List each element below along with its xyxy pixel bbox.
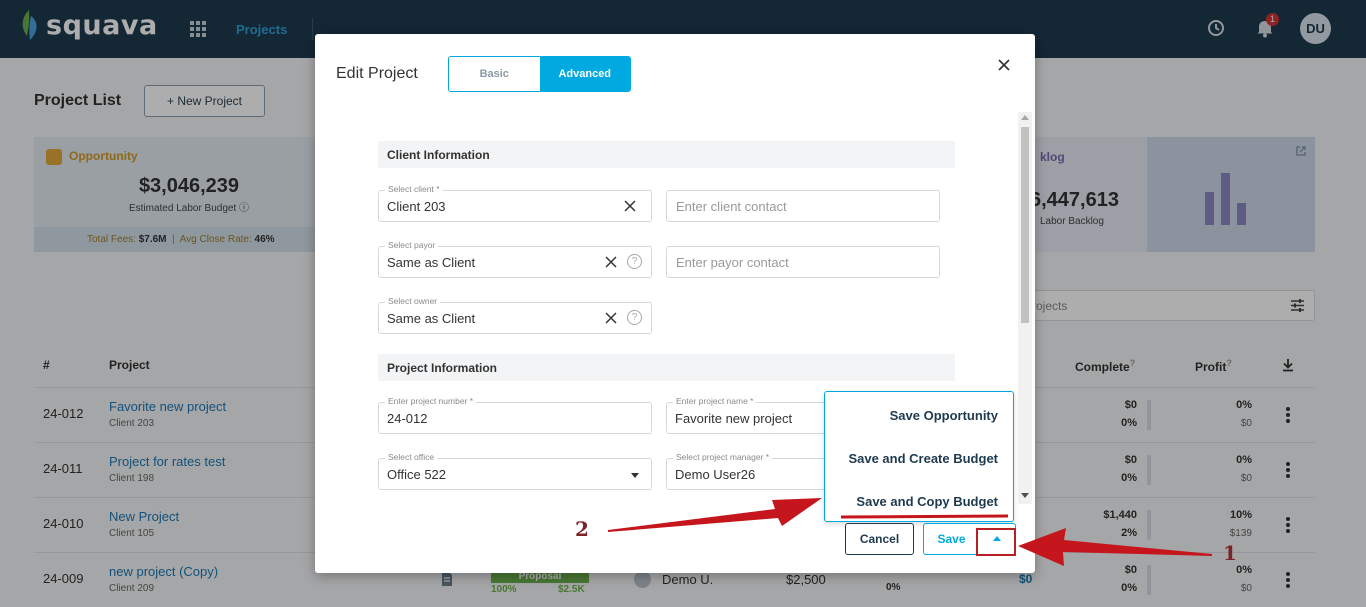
annotation-highlight-box	[976, 528, 1016, 556]
menu-item-save-create-budget[interactable]: Save and Create Budget	[848, 451, 998, 466]
client-contact-input[interactable]: Enter client contact	[666, 190, 940, 222]
clear-icon[interactable]	[624, 200, 636, 212]
field-label: Enter project number *	[385, 396, 477, 406]
help-icon[interactable]: ?	[627, 310, 642, 325]
help-icon[interactable]: ?	[627, 254, 642, 269]
scrollbar-thumb[interactable]	[1021, 127, 1029, 323]
field-value: Demo User26	[675, 467, 756, 482]
field-placeholder: Enter payor contact	[676, 255, 789, 270]
clear-icon[interactable]	[605, 312, 617, 324]
save-options-menu: Save Opportunity Save and Create Budget …	[824, 391, 1014, 522]
field-value: 24-012	[387, 411, 428, 426]
field-value: Favorite new project	[675, 411, 793, 426]
office-select[interactable]: Select office Office 522	[378, 452, 652, 490]
tab-basic[interactable]: Basic	[449, 57, 540, 91]
field-value: Same as Client	[387, 311, 476, 326]
annotation-step-1: 1	[1223, 541, 1237, 565]
save-button[interactable]: Save	[924, 524, 979, 554]
field-label: Select client *	[385, 184, 443, 194]
field-value: Office 522	[387, 467, 447, 482]
payor-contact-input[interactable]: Enter payor contact	[666, 246, 940, 278]
scrollbar[interactable]	[1018, 112, 1032, 504]
scroll-up-arrow-icon[interactable]	[1021, 115, 1029, 120]
payor-select[interactable]: Select payor Same as Client ?	[378, 240, 652, 278]
field-value: Client 203	[387, 199, 446, 214]
field-label: Select office	[385, 452, 438, 462]
field-label: Select payor	[385, 240, 439, 250]
annotation-step-2: 2	[575, 517, 589, 541]
field-label: Enter project name *	[673, 396, 757, 406]
field-value: Same as Client	[387, 255, 476, 270]
project-info-section: Project Information	[378, 354, 955, 381]
close-icon[interactable]	[997, 58, 1011, 72]
project-number-input[interactable]: Enter project number * 24-012	[378, 396, 652, 434]
owner-select[interactable]: Select owner Same as Client ?	[378, 296, 652, 334]
edit-project-modal: Edit Project Basic Advanced Client Infor…	[315, 34, 1035, 573]
field-placeholder: Enter client contact	[676, 199, 787, 214]
chevron-down-icon[interactable]	[631, 473, 639, 478]
modal-title: Edit Project	[336, 65, 418, 82]
field-label: Select owner	[385, 296, 441, 306]
menu-item-save-opportunity[interactable]: Save Opportunity	[890, 408, 998, 423]
menu-item-save-copy-budget[interactable]: Save and Copy Budget	[856, 494, 998, 509]
client-select[interactable]: Select client * Client 203	[378, 184, 652, 222]
tab-advanced[interactable]: Advanced	[539, 57, 630, 91]
mode-toggle: Basic Advanced	[448, 56, 631, 92]
client-info-section: Client Information	[378, 141, 955, 168]
clear-icon[interactable]	[605, 256, 617, 268]
cancel-button[interactable]: Cancel	[845, 523, 914, 555]
field-label: Select project manager *	[673, 452, 773, 462]
scroll-down-arrow-icon[interactable]	[1021, 493, 1029, 498]
